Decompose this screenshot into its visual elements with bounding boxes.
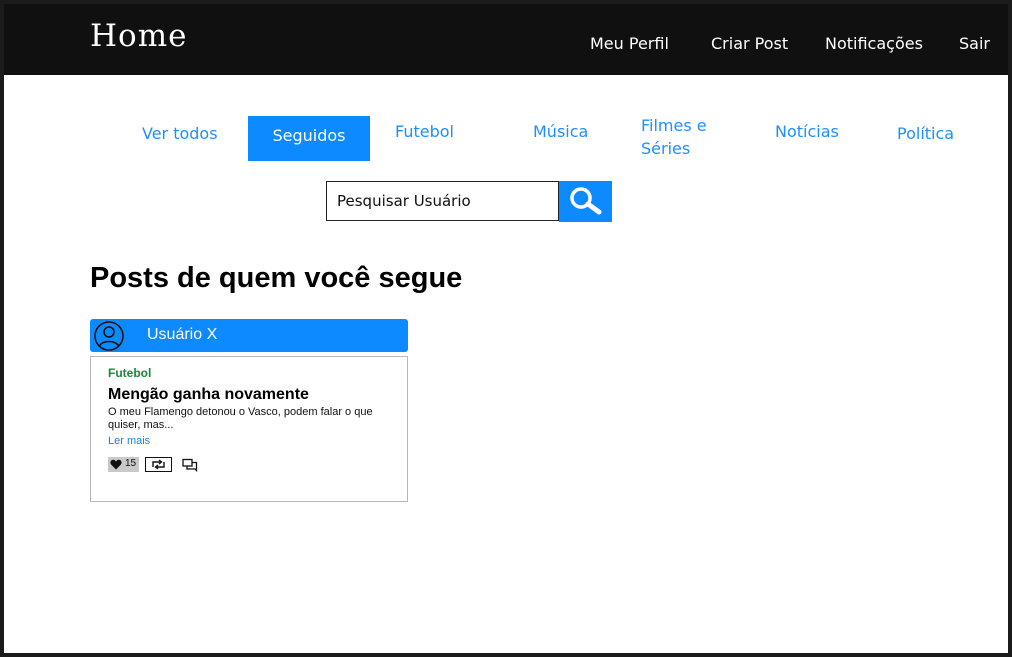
- search-button[interactable]: [559, 181, 612, 222]
- tab-filmes-series[interactable]: Filmes e Séries: [641, 114, 741, 160]
- post-card: Futebol Mengão ganha novamente O meu Fla…: [90, 356, 408, 502]
- top-navigation-bar: Home Meu Perfil Criar Post Notificações …: [4, 4, 1008, 75]
- section-title: Posts de quem você segue: [90, 262, 463, 294]
- nav-criar-post[interactable]: Criar Post: [711, 34, 788, 53]
- repost-button[interactable]: [145, 457, 172, 472]
- user-avatar-icon: [94, 321, 124, 351]
- tab-ver-todos[interactable]: Ver todos: [142, 122, 218, 145]
- tab-seguidos[interactable]: Seguidos: [248, 116, 370, 161]
- nav-notificacoes[interactable]: Notificações: [825, 34, 923, 53]
- post-author-header[interactable]: Usuário X: [90, 319, 408, 352]
- comment-button[interactable]: [182, 458, 198, 473]
- post-title: Mengão ganha novamente: [108, 386, 309, 403]
- app-window: Home Meu Perfil Criar Post Notificações …: [0, 0, 1012, 657]
- search-user-input[interactable]: [326, 181, 559, 221]
- like-button[interactable]: 15: [108, 457, 139, 472]
- nav-meu-perfil[interactable]: Meu Perfil: [590, 34, 669, 53]
- repost-icon: [152, 459, 165, 470]
- post-category: Futebol: [108, 366, 152, 380]
- app-title: Home: [90, 18, 188, 54]
- read-more-link[interactable]: Ler mais: [108, 435, 150, 447]
- nav-sair[interactable]: Sair: [959, 34, 990, 53]
- like-count: 15: [125, 458, 137, 469]
- tab-politica[interactable]: Política: [897, 122, 954, 145]
- tab-musica[interactable]: Música: [533, 120, 588, 143]
- tab-futebol[interactable]: Futebol: [395, 120, 454, 143]
- search-icon: [570, 187, 602, 215]
- comment-icon: [182, 458, 198, 473]
- post-username: Usuário X: [147, 326, 218, 343]
- heart-icon: [110, 459, 122, 470]
- tab-noticias[interactable]: Notícias: [775, 120, 839, 143]
- post-excerpt: O meu Flamengo detonou o Vasco, podem fa…: [108, 406, 373, 431]
